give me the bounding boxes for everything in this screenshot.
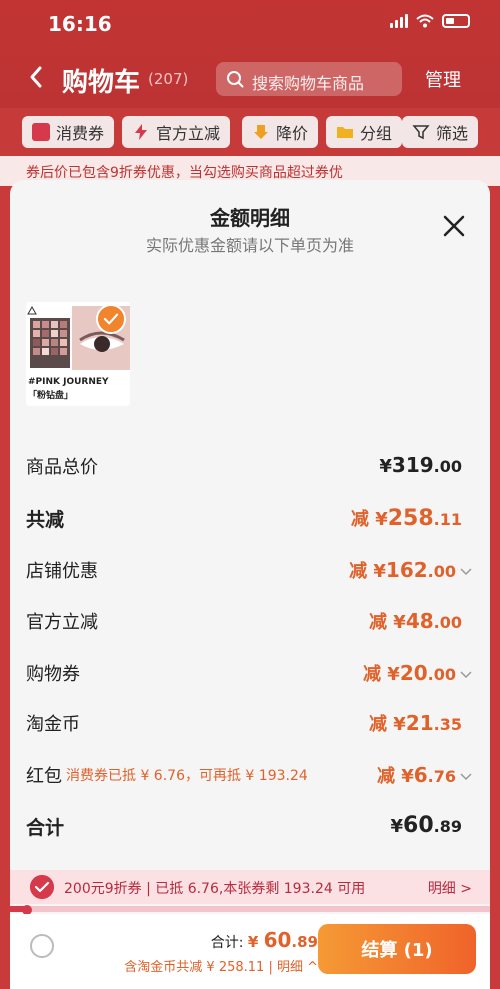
battery-icon bbox=[442, 14, 470, 28]
row-official-discount: 官方立减 减 ¥48.00 bbox=[26, 608, 472, 638]
status-icons bbox=[390, 14, 470, 28]
row-label: 共减 bbox=[26, 509, 65, 531]
filter-label: 官方立减 bbox=[156, 124, 221, 143]
row-shopping-coupon[interactable]: 购物券 减 ¥20.00 bbox=[26, 660, 472, 690]
coupon-bar[interactable]: 200元9折券 | 已抵 6.76,本张券剩 193.24 可用 明细 > bbox=[10, 870, 490, 904]
cart-nav-bar: 购物车 (207) 搜索购物车商品 管理 bbox=[0, 54, 500, 104]
search-icon bbox=[227, 71, 244, 88]
product-checkmark-icon bbox=[96, 304, 126, 334]
coupon-progress-track bbox=[10, 906, 490, 912]
row-amount: ¥60.89 bbox=[390, 813, 463, 838]
row-amount: 减 ¥21.35 bbox=[369, 711, 462, 735]
filter-group[interactable]: 分组 bbox=[326, 116, 403, 148]
row-amount: 减 ¥162.00 bbox=[349, 557, 472, 583]
coupon-detail-link[interactable]: 明细 > bbox=[428, 878, 472, 898]
total-cents: .89 bbox=[291, 933, 318, 951]
filter-icon bbox=[412, 125, 430, 140]
row-total-price: 商品总价 ¥319.00 bbox=[26, 453, 472, 483]
row-store-discount[interactable]: 店铺优惠 减 ¥162.00 bbox=[26, 557, 472, 587]
row-total-discount: 共减 减 ¥258.11 bbox=[26, 505, 472, 535]
search-placeholder: 搜索购物车商品 bbox=[252, 74, 365, 93]
status-bar: 16:16 bbox=[0, 0, 500, 46]
status-time: 16:16 bbox=[48, 12, 112, 36]
row-taojinbi: 淘金币 减 ¥21.35 bbox=[26, 710, 472, 740]
row-label: 店铺优惠 bbox=[26, 561, 98, 582]
row-amount: 减 ¥258.11 bbox=[350, 506, 462, 531]
row-label: 商品总价 bbox=[26, 457, 98, 478]
chevron-down-icon bbox=[460, 567, 472, 575]
cart-search-input[interactable]: 搜索购物车商品 bbox=[216, 62, 402, 96]
checkout-footer: 合计: ¥ 60.89 含淘金币共减 ¥ 258.11 | 明细 ^ 结算 (1… bbox=[10, 914, 490, 989]
filter-label: 筛选 bbox=[436, 124, 469, 143]
total-label: 合计: bbox=[210, 935, 248, 951]
back-arrow-icon[interactable] bbox=[26, 64, 46, 90]
chevron-down-icon bbox=[460, 670, 472, 678]
amount-detail-sheet: 金额明细 实际优惠金额请以下单页为准 #PINK JOURNEY 「粉钻盘」 商… bbox=[10, 180, 490, 989]
filter-screen[interactable]: 筛选 bbox=[402, 116, 479, 148]
product-sub-text: 「粉钻盘」 bbox=[28, 389, 73, 401]
cellular-signal-icon bbox=[390, 14, 408, 28]
filter-label: 消费券 bbox=[56, 124, 105, 143]
select-all-checkbox[interactable] bbox=[30, 934, 54, 958]
row-amount: 减 ¥48.00 bbox=[369, 609, 462, 633]
page-title: 购物车 bbox=[62, 68, 141, 98]
checkout-button[interactable]: 结算 (1) bbox=[318, 924, 476, 974]
chevron-down-icon bbox=[460, 772, 472, 780]
row-amount: 减 ¥20.00 bbox=[363, 660, 472, 686]
filter-price-drop[interactable]: 降价 bbox=[242, 116, 319, 148]
footer-total: 合计: ¥ 60.89 bbox=[211, 928, 318, 952]
wifi-icon bbox=[416, 14, 434, 28]
row-label: 淘金币 bbox=[26, 714, 80, 735]
row-label: 官方立减 bbox=[26, 612, 98, 633]
row-red-packet[interactable]: 红包 消费券已抵 ¥ 6.76，可再抵 ¥ 193.24 减 ¥6.76 bbox=[26, 762, 472, 792]
filter-bar: 消费券 官方立减 降价 分组 筛选 bbox=[0, 108, 500, 156]
folder-icon bbox=[337, 127, 353, 138]
promo-text: 券后价已包含9折券优惠，当勾选购买商品超过券优 bbox=[26, 165, 343, 181]
close-icon[interactable] bbox=[442, 214, 466, 238]
filter-official-discount[interactable]: 官方立减 bbox=[122, 116, 231, 148]
red-packet-note: 消费券已抵 ¥ 6.76，可再抵 ¥ 193.24 bbox=[66, 768, 308, 784]
sheet-subtitle: 实际优惠金额请以下单页为准 bbox=[145, 236, 354, 255]
lightning-icon bbox=[135, 124, 147, 140]
row-sum: 合计 ¥60.89 bbox=[26, 813, 472, 843]
coupon-icon bbox=[32, 123, 50, 141]
cart-count: (207) bbox=[148, 70, 189, 88]
sheet-title: 金额明细 bbox=[210, 206, 290, 230]
row-label: 购物券 bbox=[26, 664, 80, 685]
total-currency: ¥ bbox=[247, 933, 264, 951]
manage-button[interactable]: 管理 bbox=[425, 66, 461, 92]
row-label: 红包 bbox=[26, 766, 62, 787]
product-brand-text: #PINK JOURNEY bbox=[28, 377, 109, 387]
row-amount: ¥319.00 bbox=[379, 453, 462, 477]
filter-label: 降价 bbox=[276, 124, 309, 143]
coupon-text: 200元9折券 | 已抵 6.76,本张券剩 193.24 可用 bbox=[64, 881, 366, 897]
filter-label: 分组 bbox=[360, 124, 393, 143]
coupon-checked-icon bbox=[30, 875, 54, 899]
row-amount: 减 ¥6.76 bbox=[377, 762, 472, 788]
row-label: 合计 bbox=[26, 817, 65, 839]
footer-discount-detail[interactable]: 含淘金币共减 ¥ 258.11 | 明细 ^ bbox=[124, 956, 318, 975]
total-amount: 60 bbox=[263, 928, 292, 952]
price-down-icon bbox=[254, 125, 268, 139]
filter-coupon[interactable]: 消费券 bbox=[22, 116, 115, 148]
